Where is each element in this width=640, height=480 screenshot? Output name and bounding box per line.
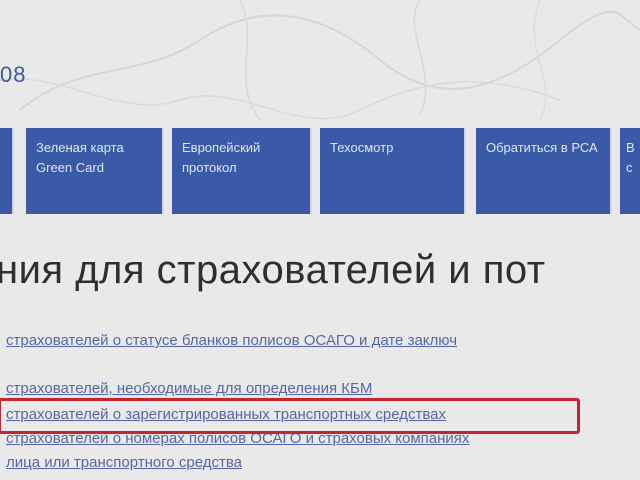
header-date-fragment: 08: [0, 62, 27, 87]
nav-item-techinspection[interactable]: Техосмотр: [320, 128, 466, 214]
link-polis-status[interactable]: страхователей о статусе бланков полисов …: [6, 332, 457, 349]
highlight-box: [0, 398, 580, 434]
nav-item-european-protocol[interactable]: Европейский протокол: [172, 128, 312, 214]
nav-item-partial-left[interactable]: [0, 128, 14, 214]
nav-item-contact-rsa[interactable]: Обратиться в РСА: [476, 128, 612, 214]
nav-item-partial-right[interactable]: В с: [620, 128, 640, 214]
nav-item-green-card[interactable]: Зеленая карта Green Card: [26, 128, 164, 214]
link-kbm-info[interactable]: страхователей, необходимые для определен…: [6, 380, 372, 397]
main-navigation: Зеленая карта Green Card Европейский про…: [0, 128, 640, 214]
page-title: ния для страхователей и пот: [0, 248, 546, 292]
link-person-or-vehicle[interactable]: лица или транспортного средства: [6, 454, 242, 471]
